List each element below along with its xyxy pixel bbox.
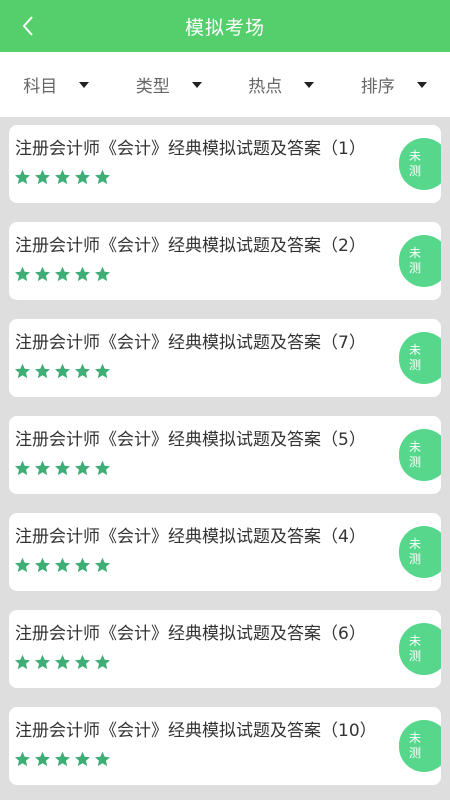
filter-label: 类型 <box>135 77 170 97</box>
exam-list: 注册会计师《会计》经典模拟试题及答案（1） 未测 注册会计师《会计》经典模拟试题及答… <box>0 117 450 800</box>
star-icon <box>75 169 90 185</box>
star-icon <box>55 654 70 670</box>
filter-sort[interactable]: 排序 <box>338 52 450 117</box>
star-icon <box>35 460 50 476</box>
star-icon <box>35 266 50 282</box>
status-label: 未测 <box>408 634 421 663</box>
exam-title: 注册会计师《会计》经典模拟试题及答案（6） <box>15 624 366 644</box>
status-label: 未测 <box>408 440 421 469</box>
status-badge: 未测 <box>399 429 441 481</box>
star-icon <box>75 751 90 767</box>
status-label: 未测 <box>408 537 421 566</box>
filter-subject[interactable]: 科目 <box>0 52 113 117</box>
exam-card[interactable]: 注册会计师《会计》经典模拟试题及答案（7） 未测 <box>9 319 441 397</box>
star-icon <box>95 363 110 379</box>
rating-stars <box>14 654 111 671</box>
star-icon <box>35 654 50 670</box>
star-icon <box>75 654 90 670</box>
back-button[interactable] <box>14 12 42 40</box>
exam-card[interactable]: 注册会计师《会计》经典模拟试题及答案（1） 未测 <box>9 125 441 203</box>
exam-title: 注册会计师《会计》经典模拟试题及答案（1） <box>15 139 366 159</box>
star-icon <box>35 751 50 767</box>
star-icon <box>55 363 70 379</box>
star-icon <box>15 363 30 379</box>
caret-down-icon <box>191 81 202 88</box>
star-icon <box>15 751 30 767</box>
caret-down-icon <box>79 81 90 88</box>
status-badge: 未测 <box>399 235 441 287</box>
star-icon <box>55 751 70 767</box>
star-icon <box>95 654 110 670</box>
caret-down-icon <box>304 81 315 88</box>
star-icon <box>55 460 70 476</box>
star-icon <box>95 460 110 476</box>
star-icon <box>15 654 30 670</box>
star-icon <box>15 557 30 573</box>
star-icon <box>35 557 50 573</box>
exam-card[interactable]: 注册会计师《会计》经典模拟试题及答案（2） 未测 <box>9 222 441 300</box>
star-icon <box>35 169 50 185</box>
exam-card[interactable]: 注册会计师《会计》经典模拟试题及答案（4） 未测 <box>9 513 441 591</box>
status-label: 未测 <box>408 731 421 760</box>
exam-card[interactable]: 注册会计师《会计》经典模拟试题及答案（5） 未测 <box>9 416 441 494</box>
app-header: 模拟考场 <box>0 0 450 52</box>
filter-label: 排序 <box>360 77 395 97</box>
exam-title: 注册会计师《会计》经典模拟试题及答案（10） <box>15 721 377 741</box>
rating-stars <box>14 460 111 477</box>
status-badge: 未测 <box>399 138 441 190</box>
filter-hotspot[interactable]: 热点 <box>225 52 338 117</box>
rating-stars <box>14 557 111 574</box>
status-badge: 未测 <box>399 526 441 578</box>
rating-stars <box>14 266 111 283</box>
filter-bar: 科目 类型 热点 排序 <box>0 52 450 117</box>
status-label: 未测 <box>408 246 421 275</box>
status-badge: 未测 <box>399 623 441 675</box>
status-label: 未测 <box>408 149 421 178</box>
status-badge: 未测 <box>399 332 441 384</box>
star-icon <box>55 266 70 282</box>
chevron-left-icon <box>22 16 33 36</box>
rating-stars <box>14 363 111 380</box>
exam-title: 注册会计师《会计》经典模拟试题及答案（4） <box>15 527 366 547</box>
star-icon <box>75 363 90 379</box>
star-icon <box>55 557 70 573</box>
exam-card[interactable]: 注册会计师《会计》经典模拟试题及答案（10） 未测 <box>9 707 441 785</box>
page-title: 模拟考场 <box>184 16 265 39</box>
exam-title: 注册会计师《会计》经典模拟试题及答案（7） <box>15 333 366 353</box>
filter-label: 热点 <box>248 77 283 97</box>
star-icon <box>75 460 90 476</box>
caret-down-icon <box>416 81 427 88</box>
filter-type[interactable]: 类型 <box>113 52 226 117</box>
star-icon <box>75 557 90 573</box>
exam-title: 注册会计师《会计》经典模拟试题及答案（2） <box>15 236 366 256</box>
star-icon <box>95 557 110 573</box>
star-icon <box>95 169 110 185</box>
star-icon <box>15 460 30 476</box>
filter-label: 科目 <box>23 77 58 97</box>
star-icon <box>15 169 30 185</box>
exam-card[interactable]: 注册会计师《会计》经典模拟试题及答案（6） 未测 <box>9 610 441 688</box>
status-label: 未测 <box>408 343 421 372</box>
exam-title: 注册会计师《会计》经典模拟试题及答案（5） <box>15 430 366 450</box>
status-badge: 未测 <box>399 720 441 772</box>
star-icon <box>75 266 90 282</box>
rating-stars <box>14 169 111 186</box>
star-icon <box>95 266 110 282</box>
star-icon <box>35 363 50 379</box>
star-icon <box>95 751 110 767</box>
star-icon <box>15 266 30 282</box>
star-icon <box>55 169 70 185</box>
rating-stars <box>14 751 111 768</box>
